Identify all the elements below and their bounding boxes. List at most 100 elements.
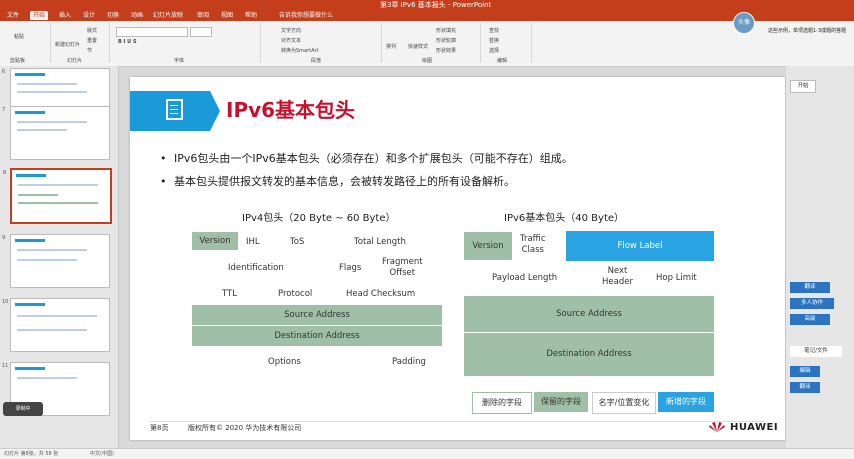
thumb-line — [18, 184, 98, 186]
right-side-pane: 开始 翻译 多人协作 高级 笔记/文件 编辑 翻译 — [786, 66, 854, 448]
group-clipboard: 粘贴 剪贴板 — [0, 23, 51, 64]
thumb-line — [17, 329, 87, 331]
slide-number: 11 — [2, 363, 9, 369]
group-label: 剪贴板 — [10, 58, 26, 64]
slide-number: 9 — [2, 235, 6, 241]
font-name-box[interactable] — [116, 27, 188, 37]
language-indicator[interactable]: 中文(中国) — [90, 450, 114, 457]
select-button[interactable]: 选择 — [489, 47, 499, 54]
tab-slideshow[interactable]: 幻灯片放映 — [150, 11, 186, 20]
smartart-button[interactable]: 转换为SmartArt — [281, 47, 319, 54]
thumb-line — [18, 202, 98, 204]
translate-button-2[interactable]: 翻译 — [790, 382, 820, 393]
group-label: 编辑 — [497, 58, 508, 64]
layout-button[interactable]: 版式 — [87, 27, 97, 34]
start-button[interactable]: 开始 — [790, 80, 816, 93]
ipv6-traffic-class-field: Traffic Class — [520, 234, 546, 255]
ipv6-destination-address-field: Destination Address — [464, 333, 714, 376]
shape-effects-button[interactable]: 形状效果 — [436, 47, 456, 54]
shape-fill-button[interactable]: 形状填充 — [436, 27, 456, 34]
align-text-button[interactable]: 对齐文本 — [281, 37, 301, 44]
bullet-1: • IPv6包头由一个IPv6基本包头（必须存在）和多个扩展包头（可能不存在）组成… — [160, 152, 573, 165]
tab-transitions[interactable]: 切换 — [104, 11, 122, 20]
status-bar: 幻灯片 第8张，共 58 张 中文(中国) — [0, 448, 854, 459]
translate-button[interactable]: 翻译 — [790, 282, 830, 293]
slide-number: 7 — [2, 107, 6, 113]
tab-animations[interactable]: 动画 — [128, 11, 146, 20]
tab-review[interactable]: 审阅 — [194, 11, 212, 20]
group-paragraph: 文字方向 对齐文本 转换为SmartArt 段落 — [261, 23, 382, 64]
huawei-logo-icon — [709, 422, 725, 432]
slide-title: IPv6基本包头 — [226, 98, 356, 122]
tab-design[interactable]: 设计 — [80, 11, 98, 20]
ipv6-source-address-field: Source Address — [464, 296, 714, 333]
font-size-box[interactable] — [190, 27, 212, 37]
ipv6-flow-label-field: Flow Label — [566, 231, 714, 261]
collab-button[interactable]: 多人协作 — [790, 298, 834, 309]
ipv4-source-address-field: Source Address — [192, 305, 442, 326]
slide-thumbnail[interactable]: 7 — [2, 106, 110, 160]
title-bar: 第3章 IPv6 基本报头 - PowerPoint — [0, 0, 854, 10]
slide-thumbnail-pane[interactable]: 6 7 8 9 10 11 录制中 — [0, 66, 119, 448]
shape-outline-button[interactable]: 形状轮廓 — [436, 37, 456, 44]
ipv6-payload-length-field: Payload Length — [492, 273, 558, 283]
slide-number: 8 — [3, 170, 7, 176]
slide-number: 6 — [2, 69, 6, 75]
text-direction-button[interactable]: 文字方向 — [281, 27, 301, 34]
new-slide-button[interactable]: 新建幻灯片 — [55, 41, 80, 48]
thumb-line — [17, 121, 87, 123]
tell-me-search[interactable]: 告诉我你想要做什么 — [276, 11, 336, 20]
group-font: B I U S 字体 — [110, 23, 261, 64]
thumb-line — [17, 377, 77, 379]
replace-button[interactable]: 替换 — [489, 37, 499, 44]
tab-file[interactable]: 文件 — [4, 11, 22, 20]
tab-insert[interactable]: 插入 — [56, 11, 74, 20]
slide-number: 10 — [2, 299, 9, 305]
slide-thumbnail-selected[interactable]: 8 — [3, 168, 112, 224]
paste-button[interactable]: 粘贴 — [14, 33, 24, 40]
thumb-line — [18, 194, 58, 196]
bold-icon[interactable]: B I U S — [118, 39, 137, 45]
thumb-line — [17, 91, 87, 93]
slide-count: 幻灯片 第8张，共 58 张 — [4, 451, 59, 457]
group-label: 段落 — [311, 58, 322, 64]
slide-thumbnail[interactable]: 10 — [2, 298, 110, 352]
advanced-button[interactable]: 高级 — [790, 314, 830, 325]
reset-button[interactable]: 重置 — [87, 37, 97, 44]
recording-indicator[interactable]: 录制中 — [3, 402, 43, 416]
thumb-line — [17, 129, 67, 131]
quick-styles-button[interactable]: 快速样式 — [408, 43, 428, 50]
ipv4-total-length-field: Total Length — [354, 237, 406, 247]
copyright: 版权所有© 2020 华为技术有限公司 — [188, 424, 302, 432]
tab-home[interactable]: 开始 — [30, 11, 49, 20]
legend-deleted: 删除的字段 — [472, 392, 532, 414]
ipv4-padding-field: Padding — [392, 357, 426, 367]
ipv4-head-checksum-field: Head Checksum — [346, 289, 416, 299]
slide-canvas[interactable]: IPv6基本包头 • IPv6包头由一个IPv6基本包头（必须存在）和多个扩展包头… — [130, 77, 785, 440]
notes-button[interactable]: 笔记/文件 — [790, 346, 842, 357]
slide-thumbnail[interactable]: 9 — [2, 234, 110, 288]
section-button[interactable]: 节 — [87, 47, 92, 54]
thumb-line — [17, 83, 77, 85]
ipv4-identification-field: Identification — [228, 263, 284, 273]
tab-view[interactable]: 视图 — [218, 11, 236, 20]
ipv6-hop-limit-field: Hop Limit — [656, 273, 697, 283]
group-label: 幻灯片 — [67, 58, 83, 64]
find-button[interactable]: 查找 — [489, 27, 499, 34]
thumb-line — [17, 259, 77, 261]
thumb-title-bar — [15, 111, 45, 114]
thumb-title-bar — [15, 367, 45, 370]
ipv4-tos-field: ToS — [290, 237, 305, 247]
page-number: 第8页 — [150, 424, 169, 432]
ipv4-destination-address-field: Destination Address — [192, 326, 442, 346]
avatar[interactable]: 头像 — [733, 12, 755, 34]
group-label: 字体 — [174, 58, 185, 64]
bullet-text: 基本包头提供报文转发的基本信息，会被转发路径上的所有设备解析。 — [174, 175, 515, 188]
edit-button[interactable]: 编辑 — [790, 366, 820, 377]
ribbon: 粘贴 剪贴板 新建幻灯片 版式 重置 节 幻灯片 B I U S 字体 文字方向… — [0, 21, 854, 67]
ipv4-fragment-offset-field: Fragment Offset — [382, 257, 423, 278]
arrange-button[interactable]: 排列 — [386, 43, 396, 50]
ipv4-header-title: IPv4包头（20 Byte ~ 60 Byte） — [242, 213, 396, 224]
brand-name: HUAWEI — [730, 422, 779, 433]
tab-help[interactable]: 帮助 — [242, 11, 260, 20]
